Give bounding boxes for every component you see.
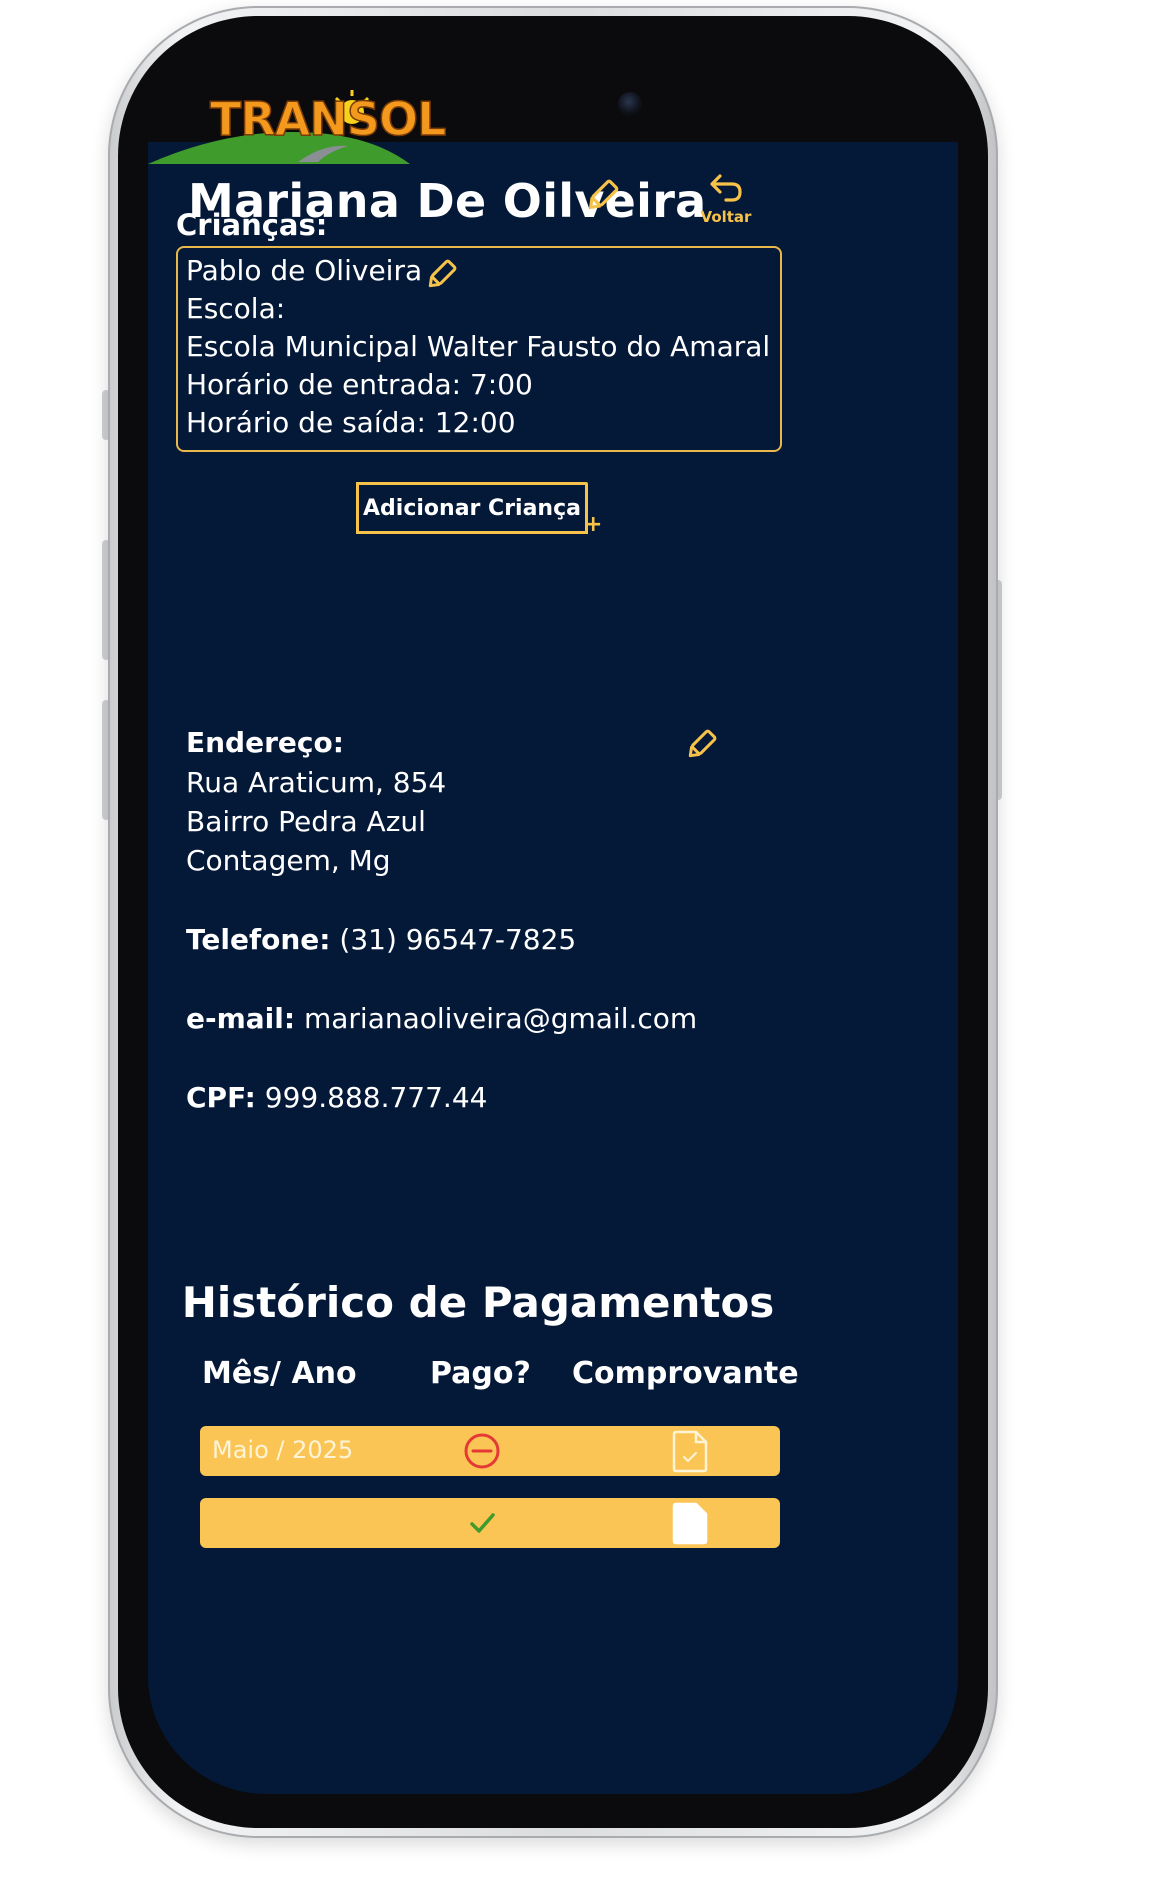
edit-child-pencil-icon[interactable] — [424, 258, 458, 292]
child-school-label: Escola: — [186, 292, 286, 325]
email-row: e-mail: marianaoliveira@gmail.com — [186, 1002, 697, 1035]
address-line-1: Rua Araticum, 854 — [186, 766, 447, 799]
child-exit-time: Horário de saída: 12:00 — [186, 406, 516, 439]
front-camera — [618, 92, 642, 116]
payment-month: Maio / 2025 — [212, 1436, 354, 1464]
column-paid: Pago? — [430, 1356, 531, 1391]
back-button[interactable]: Voltar — [688, 172, 764, 232]
document-icon[interactable] — [670, 1429, 710, 1473]
phone-label: Telefone: — [186, 923, 331, 956]
child-name: Pablo de Oliveira — [186, 254, 423, 287]
phone-value: (31) 96547-7825 — [339, 923, 577, 956]
phone-row: Telefone: (31) 96547-7825 — [186, 923, 576, 956]
cpf-label: CPF: — [186, 1081, 256, 1114]
address-label: Endereço: — [186, 726, 344, 759]
add-child-button[interactable]: Adicionar Criança — [356, 482, 588, 534]
children-label: Crianças: — [176, 208, 328, 242]
document-icon[interactable] — [670, 1501, 710, 1545]
payment-row[interactable]: Maio / 2025 — [200, 1426, 780, 1476]
back-label: Voltar — [700, 208, 752, 226]
transol-logo: TRANSOL — [148, 84, 448, 174]
payments-title: Histórico de Pagamentos — [181, 1278, 775, 1327]
email-label: e-mail: — [186, 1002, 296, 1035]
email-value: marianaoliveira@gmail.com — [303, 1002, 698, 1035]
undo-arrow-icon — [710, 174, 742, 202]
app-screen: TRANSOL Mariana De Oilveira Voltar Crian… — [148, 26, 958, 1794]
cpf-row: CPF: 999.888.777.44 — [186, 1081, 487, 1114]
child-entry-time: Horário de entrada: 7:00 — [186, 368, 533, 401]
payment-row[interactable] — [200, 1498, 780, 1548]
column-month: Mês/ Ano — [202, 1356, 357, 1391]
phone-mockup: TRANSOL Mariana De Oilveira Voltar Crian… — [0, 0, 1155, 1878]
cpf-value: 999.888.777.44 — [264, 1081, 488, 1114]
check-icon — [470, 1513, 495, 1533]
column-receipt: Comprovante — [572, 1356, 799, 1391]
address-line-2: Bairro Pedra Azul — [186, 805, 426, 838]
address-line-3: Contagem, Mg — [186, 844, 391, 877]
logo-text: TRANSOL — [209, 91, 447, 147]
edit-address-pencil-icon[interactable] — [684, 728, 718, 762]
add-plus-icon: + — [584, 512, 603, 537]
child-card: Pablo de Oliveira Escola: Escola Municip… — [176, 246, 782, 452]
child-school: Escola Municipal Walter Fausto do Amaral — [186, 330, 771, 363]
edit-name-pencil-icon[interactable] — [584, 178, 620, 214]
minus-circle-icon — [464, 1433, 500, 1469]
